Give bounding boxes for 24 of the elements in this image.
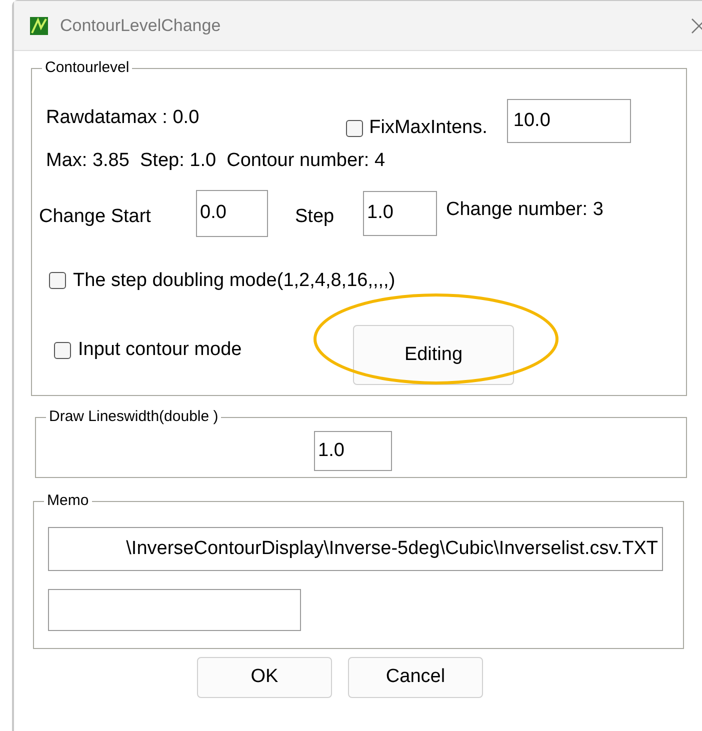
linewidth-field[interactable]: 1.0 [314,431,392,471]
cancel-button[interactable]: Cancel [348,657,483,698]
window-title: ContourLevelChange [60,14,221,37]
step-label: Step [295,204,336,229]
group-title: Draw Lineswidth(double ) [46,408,222,426]
memo-path-field[interactable]: \InverseContourDisplay\Inverse-5deg\Cubic\Inverselist.csv.TXT [48,527,663,571]
change-start-label: Change Start [39,204,152,229]
doubling-mode-label: The step doubling mode(1,2,4,8,16,,,,) [73,268,396,292]
input-mode-label: Input contour mode [78,338,243,362]
memo-field[interactable] [48,589,301,631]
summary-label: Max: 3.85 Step: 1.0 Contour number: 4 [46,149,386,173]
checkbox[interactable] [346,120,364,137]
checkbox[interactable] [54,342,71,358]
checkbox[interactable] [49,272,66,290]
max-intensity-field[interactable]: 10.0 [507,99,632,143]
ok-button[interactable]: OK [197,657,332,698]
editing-button[interactable]: Editing [353,325,514,385]
fix-max-label: FixMaxIntens. [369,116,488,140]
app-icon [30,16,48,34]
change-start-field[interactable]: 0.0 [196,190,268,236]
rawdatamax-label: Rawdatamax : 0.0 [46,106,200,130]
change-number-label: Change number: 3 [446,198,604,222]
step-field[interactable]: 1.0 [363,190,437,236]
close-icon[interactable] [690,18,702,34]
